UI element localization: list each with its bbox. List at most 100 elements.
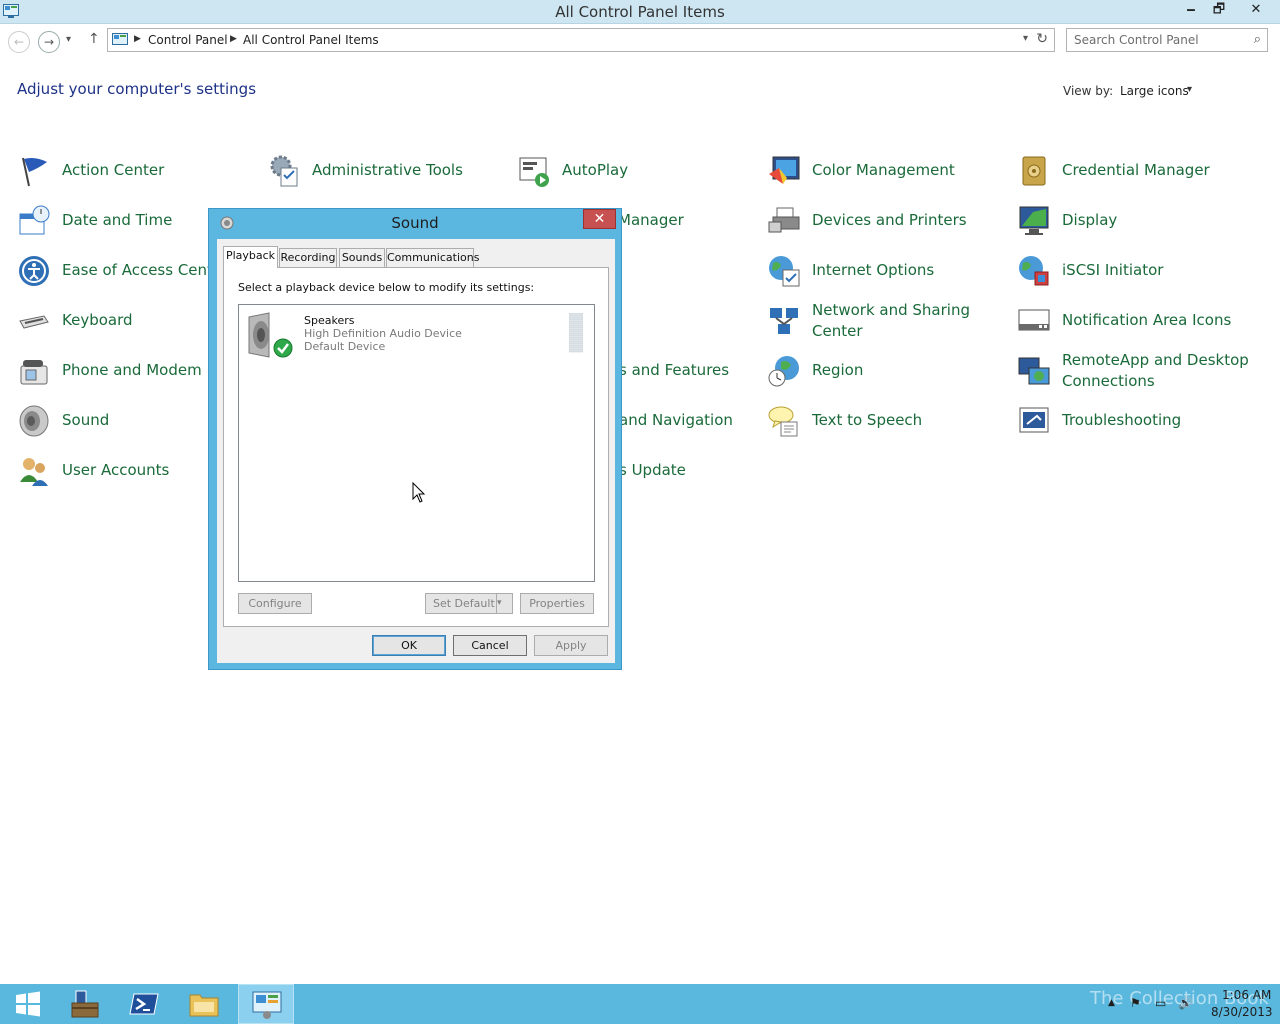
item-action-center[interactable]: Action Center — [17, 154, 257, 198]
item-network-and-sharing[interactable]: Network and Sharing Center — [767, 301, 1007, 348]
forward-button[interactable]: → — [38, 31, 60, 53]
device-description: High Definition Audio Device — [304, 327, 462, 340]
flag-icon — [22, 157, 47, 187]
search-box[interactable]: ⌕ — [1066, 28, 1268, 52]
keyboard-icon — [19, 315, 49, 329]
printer-icon — [768, 207, 800, 233]
search-input[interactable] — [1074, 30, 1244, 50]
start-button[interactable] — [0, 984, 56, 1024]
volume-level-meter — [569, 313, 583, 353]
calendar-clock-icon — [19, 205, 50, 235]
search-icon[interactable]: ⌕ — [1254, 32, 1261, 47]
ease-of-access-icon — [19, 256, 49, 286]
clock-date[interactable]: 8/30/2013 — [1211, 1005, 1273, 1019]
recent-locations-dropdown[interactable]: ▾ — [66, 34, 71, 45]
breadcrumb-control-panel[interactable]: Control Panel — [148, 33, 228, 47]
playback-instruction: Select a playback device below to modify… — [238, 281, 535, 294]
dialog-body: Playback Recording Sounds Communications… — [217, 239, 615, 663]
item-autoplay[interactable]: AutoPlay — [517, 154, 757, 198]
sound-dialog: Sound ✕ Playback Recording Sounds Commun… — [208, 208, 622, 670]
troubleshooting-icon — [1019, 407, 1049, 433]
set-default-dropdown-icon[interactable]: ▾ — [496, 594, 512, 613]
control-panel-icon — [252, 991, 282, 1019]
control-panel-icon — [112, 33, 128, 45]
set-default-label[interactable]: Set Default — [433, 597, 495, 610]
powershell-icon — [129, 993, 159, 1015]
item-display[interactable]: Display — [1017, 204, 1257, 248]
file-explorer-icon — [189, 994, 219, 1017]
device-list[interactable]: Speakers High Definition Audio Device De… — [238, 304, 595, 582]
item-notification-area-icons[interactable]: Notification Area Icons — [1017, 304, 1257, 348]
speaker-icon — [248, 312, 293, 358]
monitor-icon — [1019, 206, 1049, 235]
remoteapp-icon — [1018, 357, 1050, 385]
globe-icon — [769, 256, 800, 287]
item-iscsi-initiator[interactable]: iSCSI Initiator — [1017, 254, 1257, 298]
up-button[interactable]: ↑ — [88, 31, 100, 47]
item-troubleshooting[interactable]: Troubleshooting — [1017, 404, 1257, 448]
volume-icon[interactable]: 🔊 — [1178, 996, 1193, 1010]
admin-tools-icon — [270, 155, 298, 187]
set-default-button[interactable]: Set Default ▾ — [425, 593, 513, 614]
view-by-selector[interactable]: Large icons — [1120, 84, 1189, 98]
page-heading: Adjust your computer's settings — [17, 80, 257, 98]
breadcrumb-all-items[interactable]: All Control Panel Items — [243, 33, 379, 47]
credential-manager-icon — [1022, 156, 1046, 186]
item-color-management[interactable]: Color Management — [767, 154, 1007, 198]
item-devices-and-printers[interactable]: Devices and Printers — [767, 204, 1007, 248]
speaker-icon — [19, 405, 49, 437]
address-bar[interactable]: ▶ Control Panel ▶ All Control Panel Item… — [107, 28, 1055, 52]
dialog-title: Sound — [391, 214, 439, 232]
dialog-close-button[interactable]: ✕ — [583, 209, 616, 229]
taskbar-server-manager[interactable] — [56, 984, 112, 1024]
maximize-button[interactable]: 🗗 — [1204, 0, 1234, 20]
speech-bubble-icon — [768, 406, 798, 437]
window-title: All Control Panel Items — [555, 3, 725, 21]
navigation-bar: ← → ▾ ↑ ▶ Control Panel ▶ All Control Pa… — [0, 26, 1280, 56]
item-administrative-tools[interactable]: Administrative Tools — [267, 154, 507, 198]
item-internet-options[interactable]: Internet Options — [767, 254, 1007, 298]
item-region[interactable]: Region — [767, 354, 1007, 398]
region-icon — [768, 356, 799, 387]
show-hidden-icons-button[interactable]: ▲ — [1108, 998, 1115, 1008]
color-management-icon — [769, 156, 800, 184]
configure-button[interactable]: Configure — [238, 593, 312, 614]
apply-button[interactable]: Apply — [534, 635, 608, 656]
clock-time[interactable]: 1:06 AM — [1222, 988, 1271, 1002]
network-icon[interactable]: ▭ — [1155, 996, 1166, 1010]
breadcrumb-chevron-icon[interactable]: ▶ — [230, 34, 237, 44]
cancel-button[interactable]: Cancel — [453, 635, 527, 656]
autoplay-icon — [519, 157, 549, 187]
item-remoteapp[interactable]: RemoteApp and Desktop Connections — [1017, 351, 1257, 398]
phone-icon — [20, 360, 48, 385]
start-icon — [16, 991, 40, 1017]
ok-button[interactable]: OK — [372, 635, 446, 656]
device-name: Speakers — [304, 314, 355, 327]
tab-sounds[interactable]: Sounds — [339, 248, 385, 267]
users-icon — [20, 458, 48, 486]
properties-button[interactable]: Properties — [520, 593, 594, 614]
back-button[interactable]: ← — [8, 31, 30, 53]
notification-area-icon — [1018, 309, 1050, 331]
taskbar-powershell[interactable] — [116, 984, 172, 1024]
minimize-button[interactable]: 🗕 — [1176, 0, 1206, 20]
view-by-dropdown-icon[interactable]: ▾ — [1187, 84, 1192, 95]
item-credential-manager[interactable]: Credential Manager — [1017, 154, 1257, 198]
tab-playback[interactable]: Playback — [223, 246, 278, 268]
action-center-flag-icon[interactable]: ⚑ — [1130, 996, 1141, 1010]
device-status: Default Device — [304, 340, 386, 353]
playback-panel: Select a playback device below to modify… — [223, 267, 609, 627]
taskbar-file-explorer[interactable] — [176, 984, 232, 1024]
server-manager-icon — [71, 990, 99, 1018]
title-bar: All Control Panel Items 🗕 🗗 ✕ — [0, 0, 1280, 24]
refresh-icon[interactable]: ↻ — [1036, 31, 1048, 47]
taskbar-control-panel[interactable] — [238, 984, 294, 1024]
iscsi-icon — [1019, 256, 1049, 286]
close-button[interactable]: ✕ — [1234, 0, 1278, 20]
network-icon — [770, 308, 798, 334]
item-text-to-speech[interactable]: Text to Speech — [767, 404, 1007, 448]
address-dropdown-icon[interactable]: ▾ — [1023, 33, 1028, 44]
tab-communications[interactable]: Communications — [386, 248, 479, 267]
tab-recording[interactable]: Recording — [279, 248, 337, 267]
breadcrumb-chevron-icon[interactable]: ▶ — [134, 34, 141, 44]
